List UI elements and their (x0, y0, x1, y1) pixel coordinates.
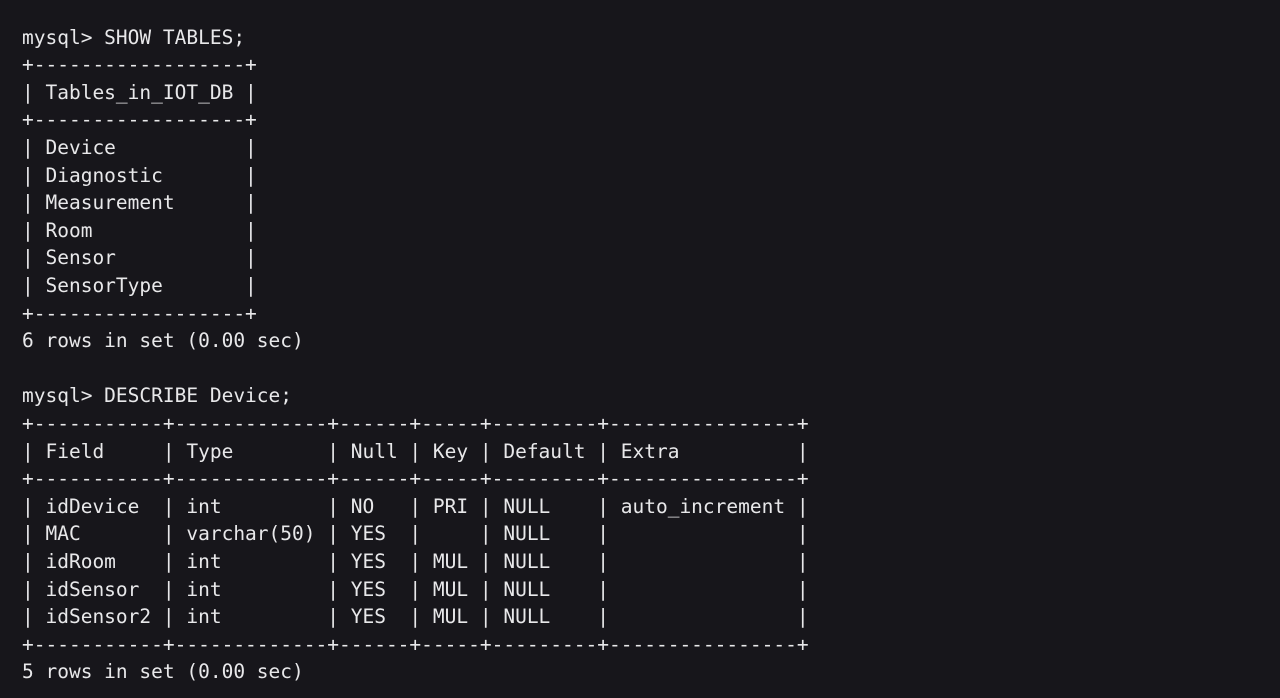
table-border-top: +-----------+-------------+------+-----+… (22, 411, 809, 435)
table-row: | idSensor | int | YES | MUL | NULL | | (22, 577, 809, 601)
table-row: | SensorType | (22, 273, 257, 297)
table-header-border: +------------------+ (22, 108, 257, 132)
table-header-row: | Tables_in_IOT_DB | (22, 80, 257, 104)
command-line-show-tables: mysql> SHOW TABLES; (22, 25, 246, 49)
table-row: | Measurement | (22, 191, 257, 215)
table-row: | idDevice | int | NO | PRI | NULL | aut… (22, 494, 809, 518)
terminal-window[interactable]: mysql> SHOW TABLES; +------------------+… (0, 0, 1280, 698)
table-border-bottom: +------------------+ (22, 301, 257, 325)
result-summary: 5 rows in set (0.00 sec) (22, 660, 304, 684)
table-row: | Device | (22, 135, 257, 159)
table-row: | idRoom | int | YES | MUL | NULL | | (22, 549, 809, 573)
result-summary: 6 rows in set (0.00 sec) (22, 329, 304, 353)
table-header-row: | Field | Type | Null | Key | Default | … (22, 439, 809, 463)
table-row: | idSensor2 | int | YES | MUL | NULL | | (22, 605, 809, 629)
table-row: | Diagnostic | (22, 163, 257, 187)
table-header-border: +-----------+-------------+------+-----+… (22, 467, 809, 491)
table-row: | Room | (22, 218, 257, 242)
command-line-describe-device: mysql> DESCRIBE Device; (22, 384, 293, 408)
table-border-bottom: +-----------+-------------+------+-----+… (22, 632, 809, 656)
table-row: | Sensor | (22, 246, 257, 270)
table-row: | MAC | varchar(50) | YES | | NULL | | (22, 522, 809, 546)
table-border-top: +------------------+ (22, 53, 257, 77)
